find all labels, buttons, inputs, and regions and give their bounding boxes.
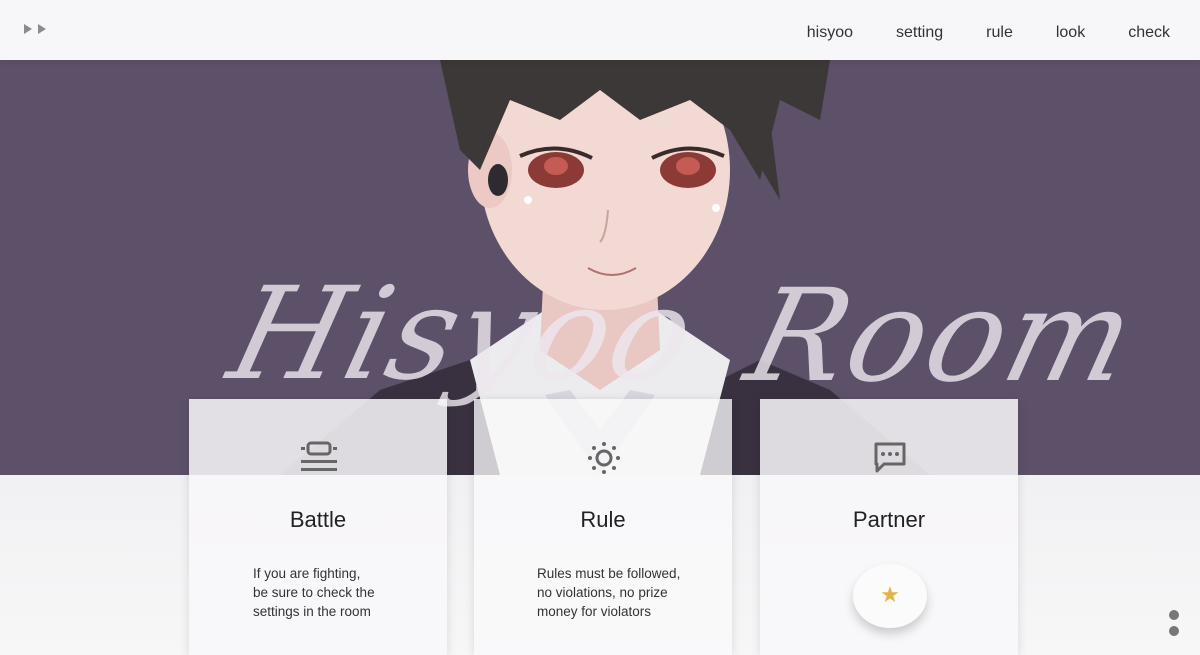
battle-card[interactable]: Battle If you are fighting, be sure to c…	[189, 399, 447, 655]
nav-item-look[interactable]: look	[1056, 24, 1085, 42]
play-icon	[24, 24, 32, 34]
dot	[1169, 610, 1179, 620]
nav-item-hisyoo[interactable]: hisyoo	[807, 24, 853, 42]
card-description-line: be sure to check the	[253, 585, 375, 600]
card-description-line: Rules must be followed,	[537, 566, 681, 581]
top-navigation-bar: hisyoo setting rule look check	[0, 0, 1200, 60]
nav-item-check[interactable]: check	[1128, 24, 1170, 42]
card-description-line: no violations, no prize	[537, 585, 668, 600]
card-title: Partner	[852, 507, 926, 532]
card-description: Rules must be followed, no violations, n…	[537, 564, 697, 621]
star-icon: ★	[880, 583, 900, 608]
hero-title-right: Room	[733, 262, 1151, 411]
list-icon	[301, 441, 337, 471]
partner-card[interactable]: Partner ★	[760, 399, 1018, 655]
more-options-icon[interactable]	[1169, 610, 1179, 642]
fast-forward-icon[interactable]	[24, 24, 46, 34]
card-title: Rule	[580, 507, 626, 532]
card-title: Battle	[289, 507, 347, 532]
card-description: If you are fighting, be sure to check th…	[253, 564, 403, 621]
hero-title-left: Hisyoo	[216, 260, 711, 409]
play-icon	[38, 24, 46, 34]
dot	[1169, 626, 1179, 636]
nav-item-setting[interactable]: setting	[896, 24, 943, 42]
card-description-line: money for violators	[537, 604, 652, 619]
chat-bubble-icon	[874, 442, 906, 473]
nav-item-rule[interactable]: rule	[986, 24, 1013, 42]
card-description-line: settings in the room	[253, 604, 371, 619]
sun-icon	[588, 442, 620, 474]
card-description-line: If you are fighting,	[253, 566, 361, 581]
rule-card[interactable]: Rule Rules must be followed, no violatio…	[474, 399, 732, 655]
nav-menu: hisyoo setting rule look check	[764, 24, 1170, 42]
partner-badge-button[interactable]: ★	[853, 564, 927, 628]
